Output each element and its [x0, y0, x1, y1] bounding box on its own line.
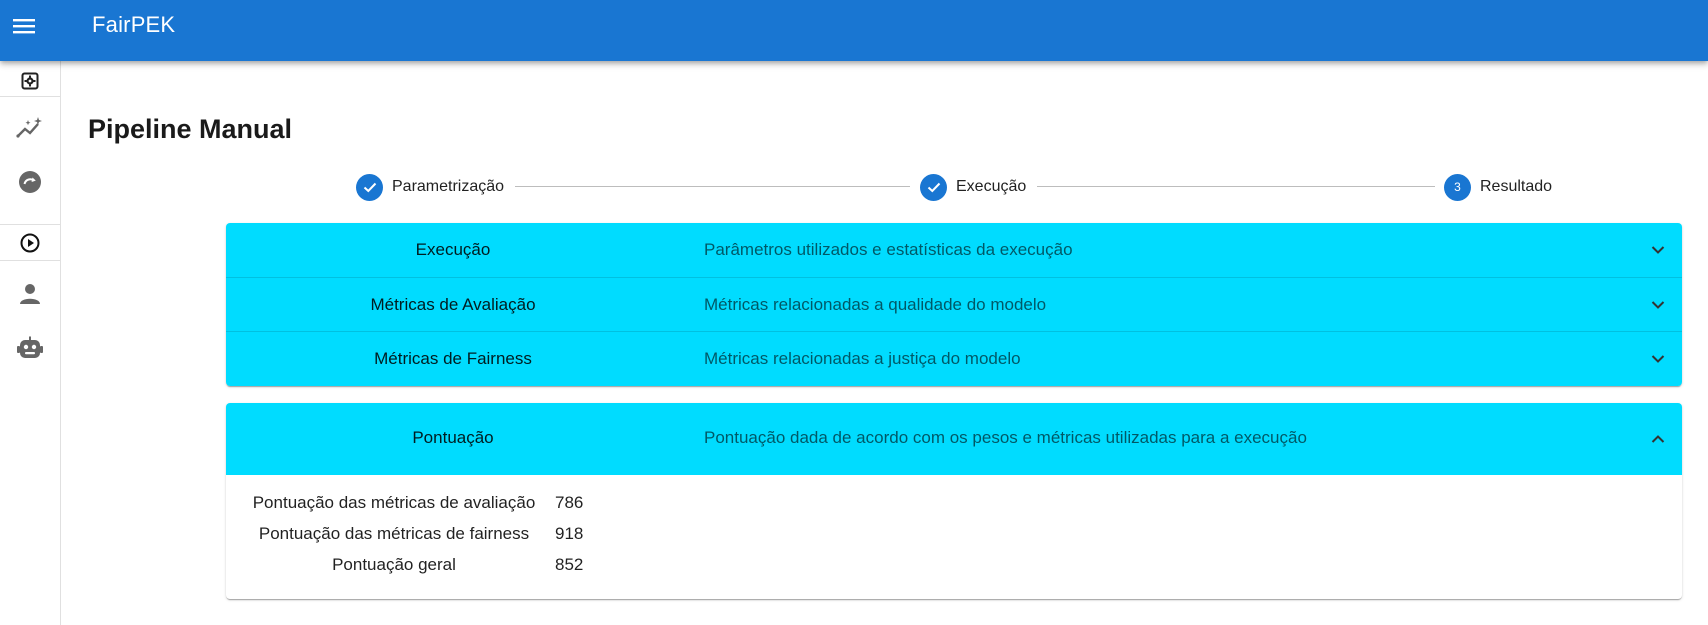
panel-subtitle: Parâmetros utilizados e estatísticas da …: [704, 240, 1073, 259]
score-label: Pontuação geral: [332, 555, 456, 574]
score-label: Pontuação das métricas de avaliação: [252, 493, 536, 512]
check-icon: [363, 182, 376, 193]
play-circle-icon: [20, 233, 40, 253]
drawer-divider: [0, 96, 60, 97]
panel-subtitle: Métricas relacionadas a justiça do model…: [704, 349, 1021, 368]
drawer-item-settings[interactable]: [0, 67, 60, 95]
panel-pontuacao: Pontuação Pontuação dada de acordo com o…: [226, 403, 1682, 599]
panel-title: Pontuação: [412, 428, 494, 447]
panel-metricas-fairness[interactable]: Métricas de Fairness Métricas relacionad…: [226, 331, 1682, 386]
chevron-down-icon: [1651, 301, 1665, 309]
check-icon: [927, 182, 940, 193]
step-connector: [515, 186, 910, 187]
drawer-divider: [0, 260, 60, 261]
step-number-indicator: 3: [1444, 173, 1471, 201]
step-label: Execução: [956, 178, 1027, 195]
score-label: Pontuação das métricas de fairness: [258, 524, 530, 543]
drawer-item-analytics[interactable]: [0, 111, 60, 145]
step-connector: [1037, 186, 1435, 187]
step-completed-indicator: [920, 173, 947, 201]
panel-title: Métricas de Avaliação: [370, 295, 536, 314]
app-title: FairPEK: [92, 12, 176, 37]
refresh-circle-icon: [19, 171, 41, 193]
chevron-down-icon: [1651, 246, 1665, 254]
score-value: 852: [555, 555, 584, 574]
step-label: Parametrização: [392, 178, 505, 195]
score-value: 786: [555, 493, 584, 512]
score-value: 918: [555, 524, 584, 543]
drawer-item-history[interactable]: [0, 165, 60, 199]
person-icon: [20, 284, 40, 304]
drawer-item-run[interactable]: [0, 229, 60, 257]
step-parametrizacao[interactable]: Parametrização: [356, 173, 504, 201]
menu-icon: [13, 19, 35, 34]
app-bar: FairPEK: [0, 0, 1708, 61]
panel-pontuacao-header[interactable]: Pontuação Pontuação dada de acordo com o…: [226, 403, 1682, 475]
expand-button[interactable]: [1646, 238, 1670, 262]
chevron-down-icon: [1651, 355, 1665, 363]
chart-sparkle-icon: [16, 117, 42, 138]
collapse-button[interactable]: [1646, 427, 1670, 451]
side-drawer: [0, 61, 61, 625]
robot-icon: [17, 336, 43, 358]
settings-icon: [21, 72, 39, 90]
panel-execucao[interactable]: Execução Parâmetros utilizados e estatís…: [226, 223, 1682, 277]
drawer-item-user[interactable]: [0, 277, 60, 311]
results-accordion: Execução Parâmetros utilizados e estatís…: [226, 223, 1682, 386]
expand-button[interactable]: [1646, 347, 1670, 371]
menu-button[interactable]: [11, 13, 37, 39]
panel-title: Execução: [415, 240, 491, 259]
panel-subtitle: Métricas relacionadas a qualidade do mod…: [704, 295, 1047, 314]
step-completed-indicator: [356, 173, 383, 201]
stepper: Parametrização Execução 3 Resultado: [356, 173, 1552, 201]
step-label: Resultado: [1480, 178, 1553, 195]
page-title: Pipeline Manual: [88, 114, 293, 144]
step-resultado[interactable]: 3 Resultado: [1444, 173, 1552, 201]
chevron-up-icon: [1651, 435, 1665, 443]
drawer-item-bot[interactable]: [0, 331, 60, 365]
step-execucao[interactable]: Execução: [920, 173, 1026, 201]
panel-metricas-avaliacao[interactable]: Métricas de Avaliação Métricas relaciona…: [226, 277, 1682, 331]
panel-title: Métricas de Fairness: [374, 349, 532, 368]
expand-button[interactable]: [1646, 293, 1670, 317]
drawer-divider: [0, 224, 60, 225]
panel-subtitle: Pontuação dada de acordo com os pesos e …: [704, 428, 1307, 447]
